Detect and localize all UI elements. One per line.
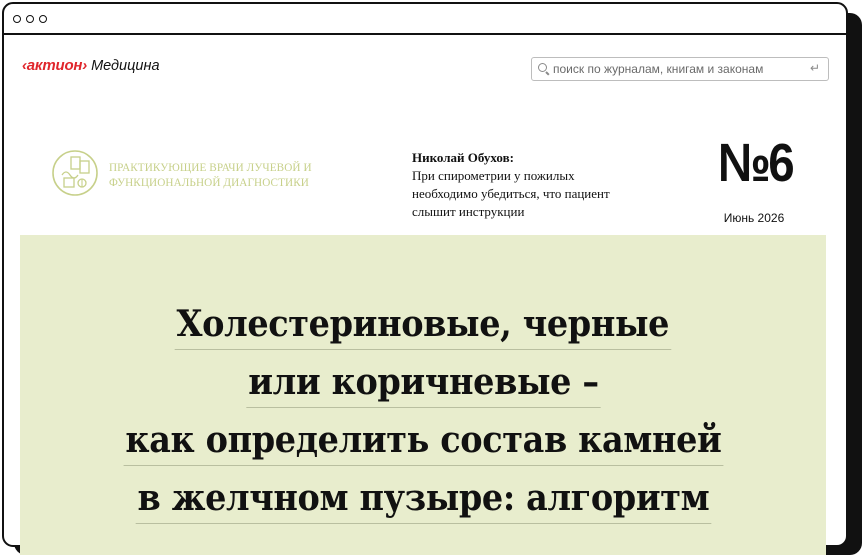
- aktion-medicine-logo[interactable]: ‹актион› Медицина: [22, 57, 160, 74]
- logo-product: Медицина: [91, 58, 160, 74]
- issue-number: №6: [717, 133, 795, 193]
- logo-brand: ‹актион›: [22, 57, 88, 74]
- enter-key-icon[interactable]: ↵: [810, 61, 820, 75]
- search-box[interactable]: ↵: [531, 57, 829, 81]
- journal-emblem-icon: [52, 150, 98, 196]
- headline-line: или коричневые –: [245, 358, 601, 408]
- journal-name-line: ФУНКЦИОНАЛЬНОЙ ДИАГНОСТИКИ: [109, 177, 309, 189]
- cover-area: Холестериновые, черные или коричневые – …: [20, 235, 826, 555]
- search-icon: [538, 63, 550, 75]
- window-maximize-dot[interactable]: [39, 14, 47, 23]
- headline-line: Холестериновые, черные: [174, 300, 672, 350]
- headline-line: в желчном пузыре: алгоритм: [135, 474, 711, 524]
- journal-masthead: ПРАКТИКУЮЩИЕ ВРАЧИ ЛУЧЕВОЙ И ФУНКЦИОНАЛЬ…: [4, 105, 846, 239]
- site-header: ‹актион› Медицина ↵: [4, 35, 846, 105]
- issue-teaser[interactable]: Николай Обухов: При спирометрии у пожилы…: [412, 149, 672, 221]
- window-titlebar: [4, 4, 846, 35]
- headline-line: как определить состав камней: [123, 416, 723, 466]
- teaser-author: Николай Обухов:: [412, 150, 514, 165]
- teaser-text-line: слышит инструкции: [412, 204, 525, 219]
- window-minimize-dot[interactable]: [26, 14, 34, 23]
- teaser-text-line: необходимо убедиться, что пациент: [412, 186, 610, 201]
- issue-date: Июнь 2026: [723, 211, 785, 225]
- journal-name[interactable]: ПРАКТИКУЮЩИЕ ВРАЧИ ЛУЧЕВОЙ И ФУНКЦИОНАЛЬ…: [109, 161, 312, 191]
- window-close-dot[interactable]: [13, 14, 21, 23]
- teaser-text-line: При спирометрии у пожилых: [412, 168, 575, 183]
- journal-name-line: ПРАКТИКУЮЩИЕ ВРАЧИ ЛУЧЕВОЙ И: [109, 162, 312, 174]
- search-input[interactable]: [553, 62, 803, 76]
- cover-headline[interactable]: Холестериновые, черные или коричневые – …: [20, 295, 826, 527]
